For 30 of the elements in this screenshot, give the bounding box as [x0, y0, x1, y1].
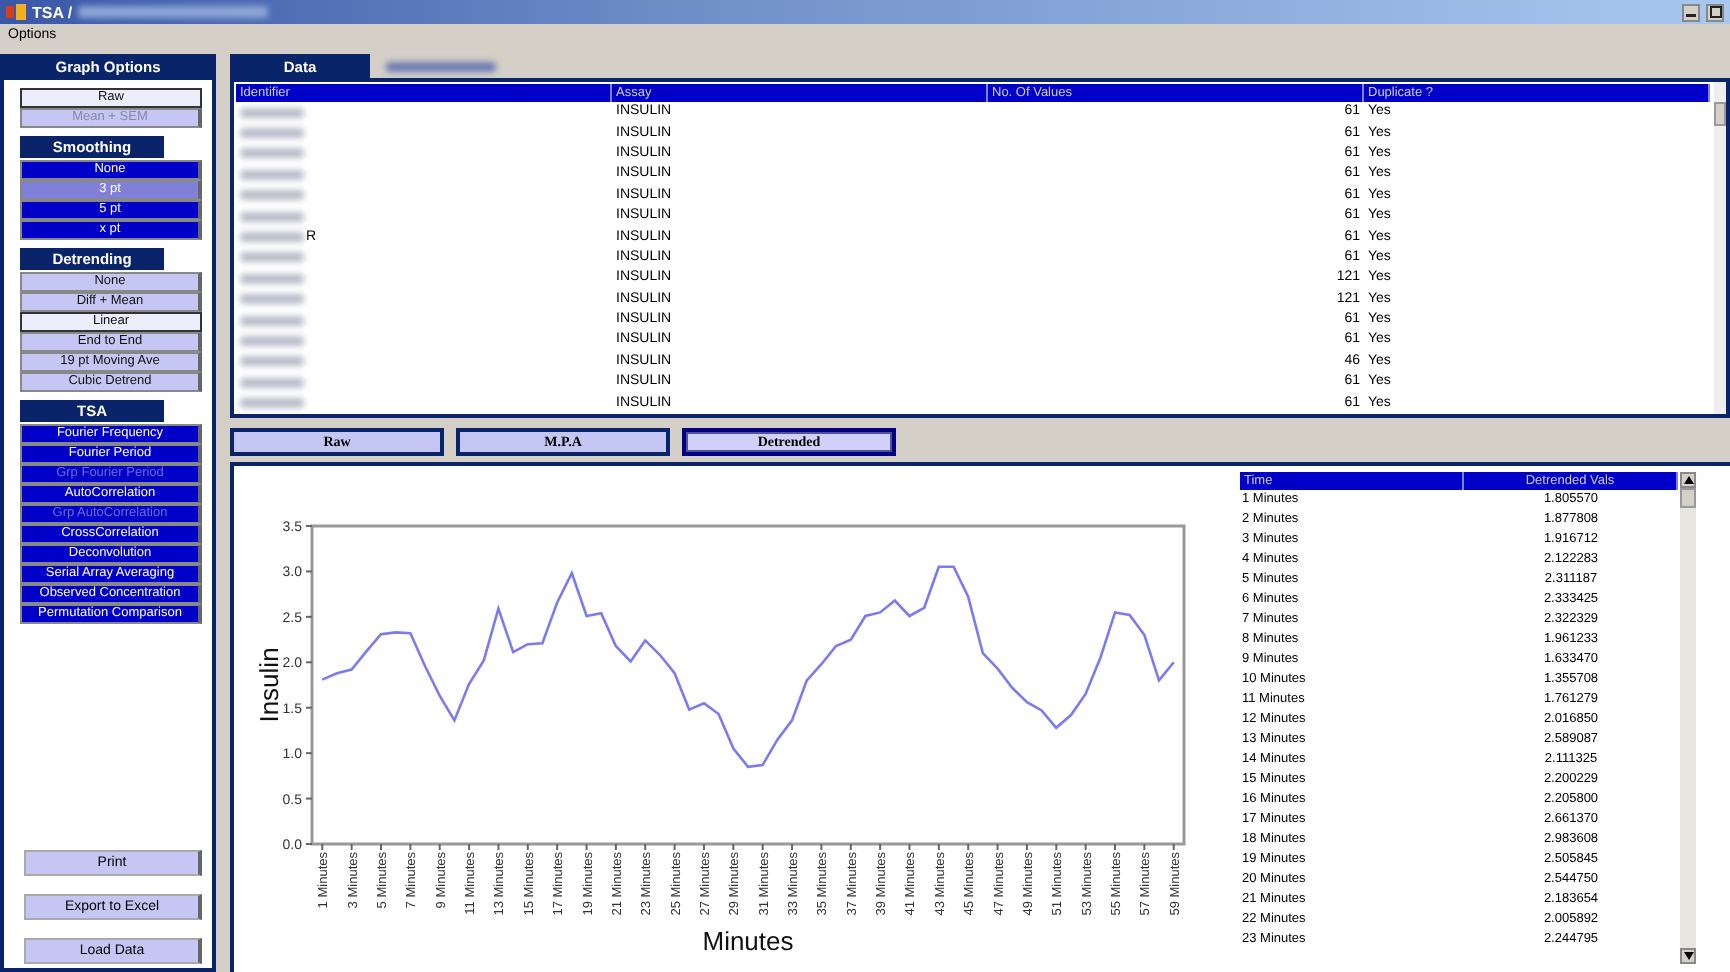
blurred-text — [240, 335, 304, 346]
maximize-icon — [1709, 6, 1721, 18]
scrollbar[interactable] — [1680, 472, 1696, 964]
blurred-text — [240, 211, 304, 222]
scrollbar-thumb[interactable] — [1714, 102, 1726, 126]
blurred-text — [240, 148, 304, 159]
minimize-button[interactable] — [1682, 3, 1700, 21]
axis-title: Insulin — [254, 647, 284, 723]
axis-title: Minutes — [702, 926, 794, 956]
blurred-text — [240, 398, 304, 409]
scroll-up-button[interactable] — [1680, 472, 1696, 488]
caret-down-icon — [1683, 952, 1693, 960]
blurred-text — [240, 273, 304, 284]
blurred-text — [240, 232, 304, 243]
app-icon — [6, 4, 26, 20]
blurred-text — [240, 252, 304, 263]
blurred-text — [240, 356, 304, 367]
window-title: TSA / — [32, 3, 73, 21]
blurred-text — [240, 377, 304, 388]
blurred-text — [240, 107, 304, 118]
scrollbar-thumb[interactable] — [1680, 488, 1696, 508]
maximize-button[interactable] — [1706, 3, 1724, 21]
blurred-text — [240, 315, 304, 326]
blurred-text — [240, 294, 304, 305]
scroll-down-button[interactable] — [1680, 948, 1696, 964]
scrollbar[interactable] — [1714, 82, 1726, 414]
blurred-text — [240, 128, 304, 139]
blurred-text — [240, 190, 304, 201]
caret-up-icon — [1683, 476, 1693, 484]
blurred-text — [240, 169, 304, 180]
